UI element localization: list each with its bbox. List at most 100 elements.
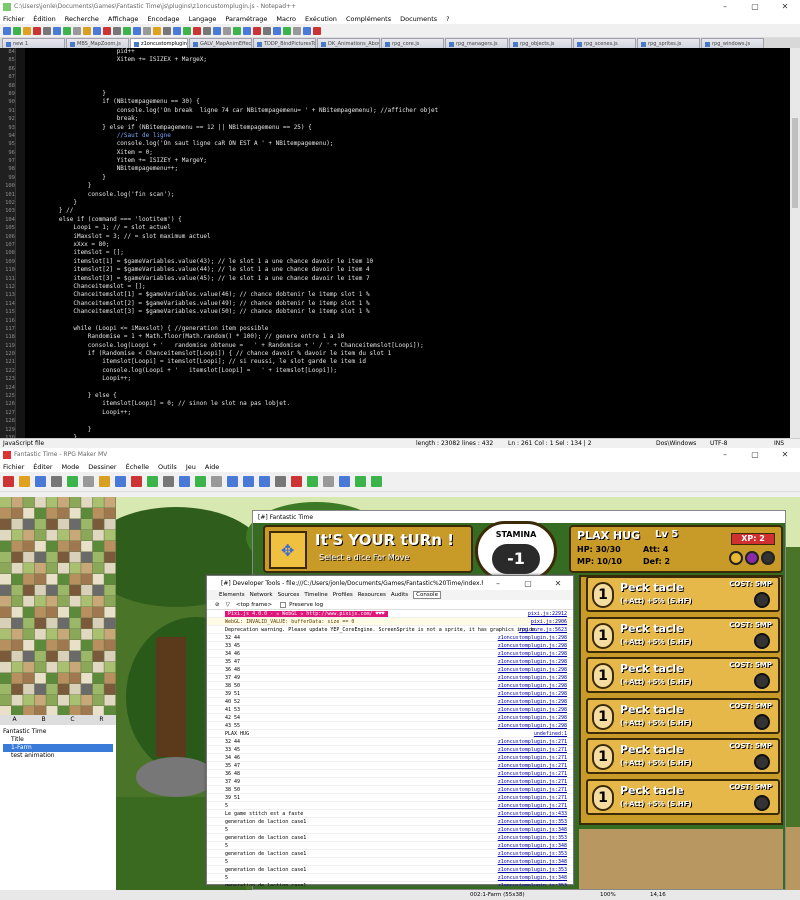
tile-swatch[interactable] <box>69 662 81 673</box>
code-line[interactable]: 105 Loopi = 1; // = slot actuel <box>0 224 790 232</box>
tile-swatch[interactable] <box>69 640 81 651</box>
toolbar-icon[interactable] <box>173 26 181 35</box>
rm-toolbar-icon[interactable] <box>67 476 78 487</box>
tile-swatch[interactable] <box>11 673 23 684</box>
tile-swatch[interactable] <box>104 541 116 552</box>
tile-swatch[interactable] <box>81 684 93 695</box>
tile-swatch[interactable] <box>23 695 35 706</box>
toolbar-icon[interactable] <box>23 26 31 35</box>
tile-swatch[interactable] <box>46 662 58 673</box>
tile-swatch[interactable] <box>69 607 81 618</box>
rm-menu-item[interactable]: Jeu <box>186 463 196 471</box>
code-line[interactable]: 99 } <box>0 174 790 182</box>
rm-toolbar-icon[interactable] <box>83 476 94 487</box>
toolbar-icon[interactable] <box>273 26 281 35</box>
map-tree[interactable]: Fantastic Time Title 1-Farm test animation <box>0 725 116 900</box>
tile-swatch[interactable] <box>46 629 58 640</box>
tile-swatch[interactable] <box>104 574 116 585</box>
tile-swatch[interactable] <box>11 497 23 508</box>
code-line[interactable]: 112 Chanceitemslot = []; <box>0 283 790 291</box>
tile-swatch[interactable] <box>58 695 69 706</box>
toolbar-icon[interactable] <box>73 26 81 35</box>
tile-swatch[interactable] <box>23 497 35 508</box>
code-line[interactable]: 119 console.log(Loopi + ' randomise obte… <box>0 342 790 350</box>
tile-swatch[interactable] <box>11 684 23 695</box>
tile-swatch[interactable] <box>104 596 116 607</box>
code-line[interactable]: 106 iMaxslot = 3; // = slot maximum actu… <box>0 233 790 241</box>
tile-swatch[interactable] <box>69 629 81 640</box>
tile-swatch[interactable] <box>23 651 35 662</box>
tile-swatch[interactable] <box>58 596 69 607</box>
tile-swatch[interactable] <box>81 541 93 552</box>
rm-toolbar-icon[interactable] <box>243 476 254 487</box>
code-line[interactable]: 115 Chanceitemslot[3] = $gameVariables.v… <box>0 308 790 316</box>
rm-toolbar-icon[interactable] <box>115 476 126 487</box>
tileset-tab[interactable]: B <box>29 715 58 725</box>
tile-swatch[interactable] <box>23 552 35 563</box>
tile-swatch[interactable] <box>11 596 23 607</box>
console-source-link[interactable]: pixi.js:22912 <box>528 610 567 618</box>
code-line[interactable]: 109 itemslot[1] = $gameVariables.value(4… <box>0 258 790 266</box>
devtools-close-button[interactable]: ✕ <box>543 579 573 588</box>
tile-swatch[interactable] <box>0 596 11 607</box>
tile-swatch[interactable] <box>104 618 116 629</box>
tile-swatch[interactable] <box>11 552 23 563</box>
code-line[interactable]: 84 pid++ <box>0 48 790 56</box>
console-source-link[interactable]: z1oncustomplugin.js:353 <box>498 850 567 858</box>
console-source-link[interactable]: z1oncustomplugin.js:298 <box>498 634 567 642</box>
tile-swatch[interactable] <box>104 508 116 519</box>
rm-toolbar-icon[interactable] <box>19 476 30 487</box>
code-line[interactable]: 108 itemslot = []; <box>0 249 790 257</box>
tile-swatch[interactable] <box>104 530 116 541</box>
tile-swatch[interactable] <box>0 695 11 706</box>
tile-swatch[interactable] <box>11 618 23 629</box>
tile-swatch[interactable] <box>34 629 46 640</box>
tile-swatch[interactable] <box>81 508 93 519</box>
rm-toolbar-icon[interactable] <box>131 476 142 487</box>
frame-selector[interactable]: <top frame> <box>236 602 272 608</box>
code-line[interactable]: 88 <box>0 82 790 90</box>
minimize-button[interactable]: – <box>710 2 740 11</box>
tile-swatch[interactable] <box>92 640 104 651</box>
console-source-link[interactable]: z1oncustomplugin.js:298 <box>498 698 567 706</box>
tile-swatch[interactable] <box>34 640 46 651</box>
rm-toolbar-icon[interactable] <box>323 476 334 487</box>
console-source-link[interactable]: z1oncustomplugin.js:298 <box>498 722 567 730</box>
npp-menu-item[interactable]: Recherche <box>65 15 99 23</box>
code-line[interactable]: 96 Xitem = 0; <box>0 149 790 157</box>
tile-swatch[interactable] <box>0 684 11 695</box>
tile-swatch[interactable] <box>23 618 35 629</box>
console-source-link[interactable]: z1oncustomplugin.js:353 <box>498 882 567 886</box>
tile-swatch[interactable] <box>11 519 23 530</box>
console-source-link[interactable]: z1oncustomplugin.js:353 <box>498 834 567 842</box>
tile-swatch[interactable] <box>92 673 104 684</box>
console-source-link[interactable]: z1oncustomplugin.js:271 <box>498 762 567 770</box>
code-line[interactable]: 114 Chanceitemslot[2] = $gameVariables.v… <box>0 300 790 308</box>
tile-swatch[interactable] <box>11 662 23 673</box>
rm-maximize-button[interactable]: ▢ <box>740 450 770 459</box>
npp-menu-item[interactable]: Affichage <box>108 15 139 23</box>
tile-swatch[interactable] <box>104 662 116 673</box>
tile-swatch[interactable] <box>69 530 81 541</box>
toolbar-icon[interactable] <box>233 26 241 35</box>
tile-swatch[interactable] <box>46 618 58 629</box>
code-line[interactable]: 97 Yitem += ISIZEY + MargeY; <box>0 157 790 165</box>
console-source-link[interactable]: z1oncustomplugin.js:298 <box>498 690 567 698</box>
tile-swatch[interactable] <box>23 607 35 618</box>
tile-swatch[interactable] <box>58 607 69 618</box>
devtools-tab[interactable]: Console <box>413 591 441 599</box>
rm-toolbar-icon[interactable] <box>291 476 302 487</box>
code-line[interactable]: 91 console.log('On break ligne 74 car NB… <box>0 107 790 115</box>
toolbar-icon[interactable] <box>83 26 91 35</box>
toolbar-icon[interactable] <box>243 26 251 35</box>
toolbar-icon[interactable] <box>123 26 131 35</box>
console-source-link[interactable]: z1oncustomplugin.js:353 <box>498 818 567 826</box>
tile-swatch[interactable] <box>81 563 93 574</box>
tile-swatch[interactable] <box>0 618 11 629</box>
rm-toolbar-icon[interactable] <box>35 476 46 487</box>
tile-swatch[interactable] <box>0 563 11 574</box>
tile-swatch[interactable] <box>0 706 11 715</box>
rm-close-button[interactable]: ✕ <box>770 450 800 459</box>
tile-swatch[interactable] <box>81 574 93 585</box>
code-line[interactable]: 100 } <box>0 182 790 190</box>
